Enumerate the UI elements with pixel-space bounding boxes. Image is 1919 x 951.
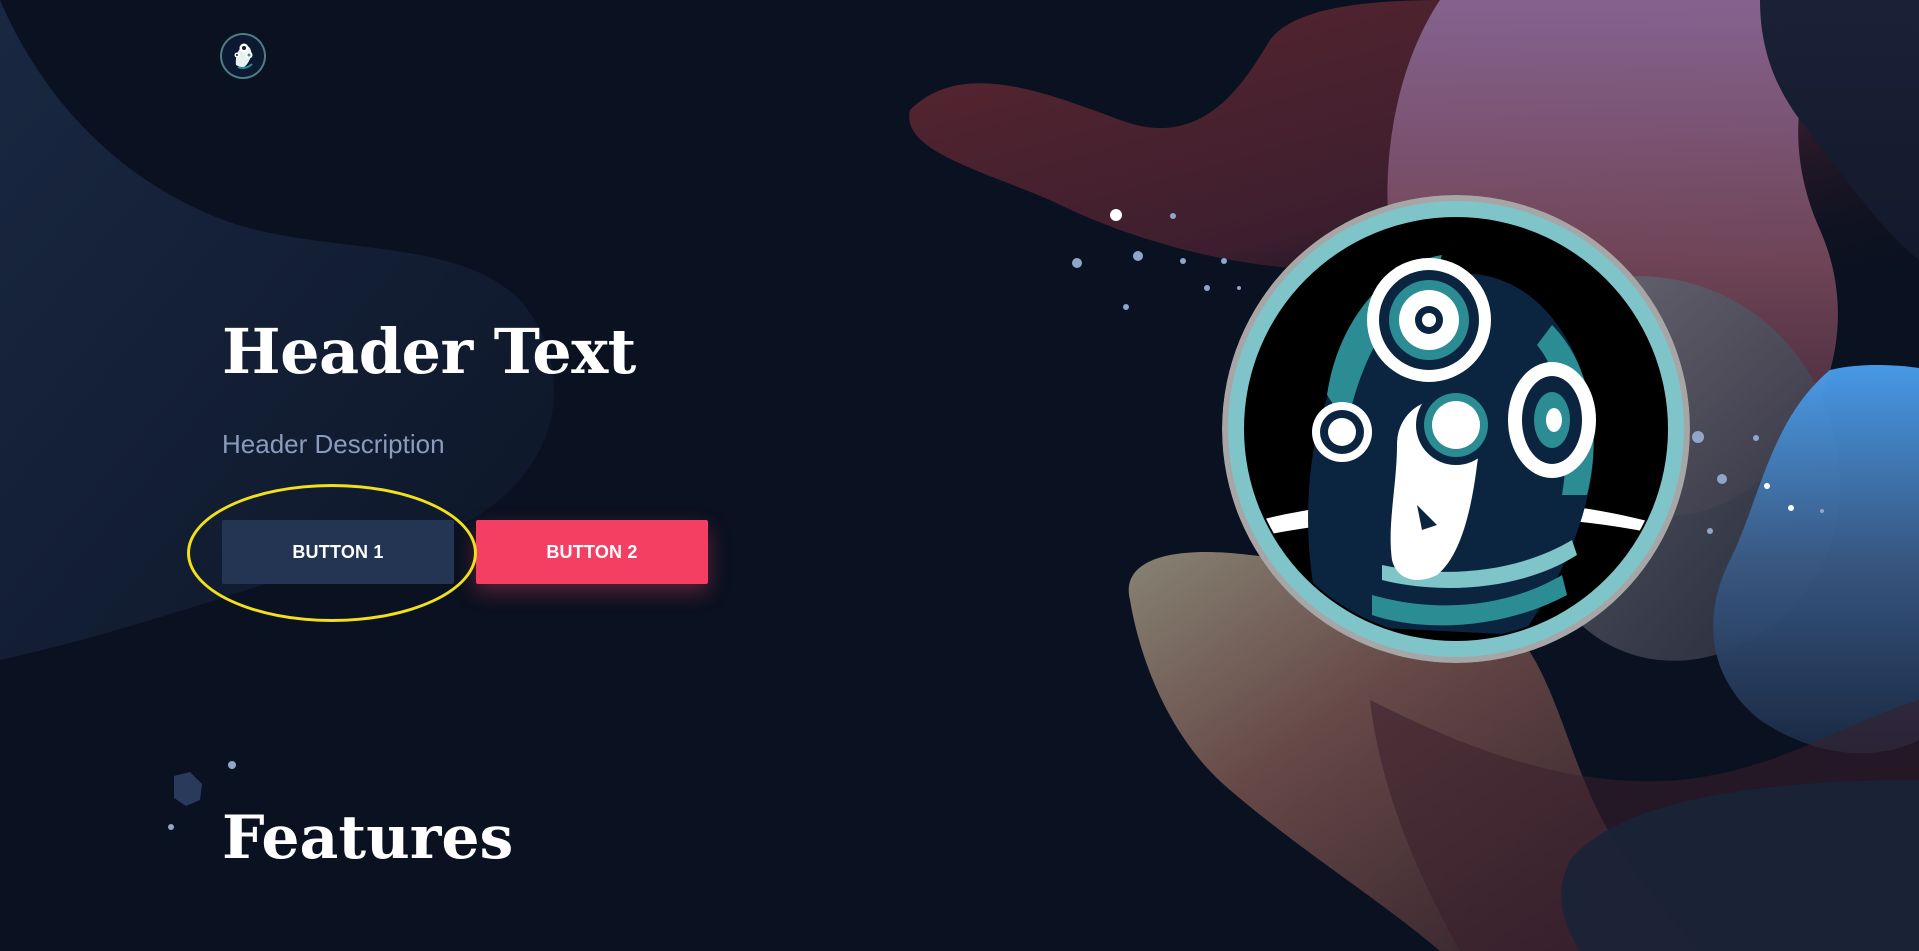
button-2[interactable]: BUTTON 2 xyxy=(476,520,708,584)
robot-head-logo-icon xyxy=(222,35,264,77)
site-logo[interactable] xyxy=(222,35,264,77)
page-title: Header Text xyxy=(222,315,636,388)
robot-head-gears-illustration xyxy=(1222,195,1690,663)
features-heading: Features xyxy=(222,803,514,873)
hero-illustration xyxy=(1222,195,1690,663)
landing-page: Header Text Header Description BUTTON 1 … xyxy=(0,0,1919,951)
button-1[interactable]: BUTTON 1 xyxy=(222,520,454,584)
header-description: Header Description xyxy=(222,429,445,459)
